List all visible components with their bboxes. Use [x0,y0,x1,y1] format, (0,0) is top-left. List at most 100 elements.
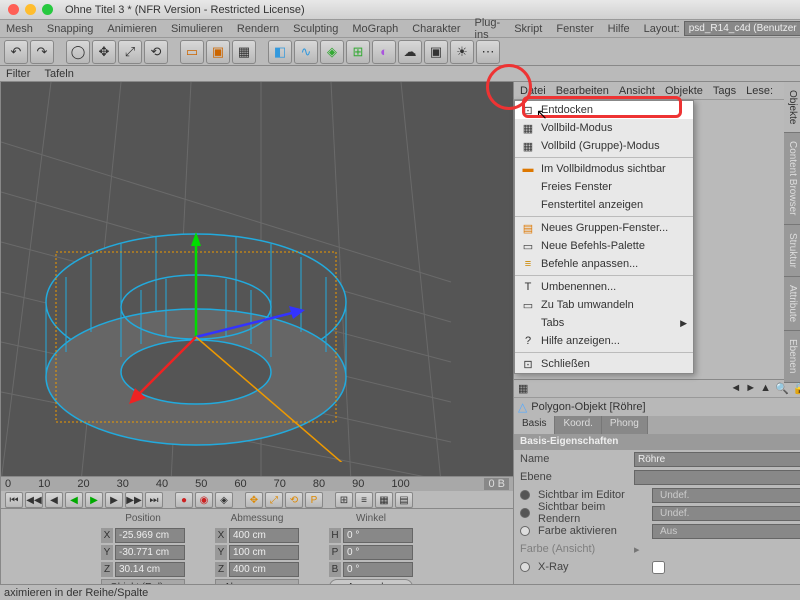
environment-tool[interactable]: ☁ [398,40,422,64]
record-button[interactable]: ● [175,492,193,508]
torus-object[interactable] [41,182,361,462]
ang-h-input[interactable] [343,528,413,543]
nav-up-icon[interactable]: ▲ [760,382,771,395]
goto-end-button[interactable]: ⏭ [145,492,163,508]
key-scale-button[interactable]: ⤢ [265,492,283,508]
prop-layer-input[interactable] [634,470,800,485]
render-settings-button[interactable]: ▦ [232,40,256,64]
scale-tool[interactable]: ⤢ [118,40,142,64]
ext-4-button[interactable]: ▤ [395,492,413,508]
prop-name-input[interactable] [634,452,800,467]
ext-1-button[interactable]: ⊞ [335,492,353,508]
menu-sculpting[interactable]: Sculpting [293,23,338,35]
close-window[interactable] [8,4,19,15]
camera-tool[interactable]: ▣ [424,40,448,64]
key-pos-button[interactable]: ✥ [245,492,263,508]
vis-render-select[interactable]: Undef. [652,506,800,521]
panel-menu-bookmarks[interactable]: Lese: [746,85,773,97]
array-tool[interactable]: ⊞ [346,40,370,64]
cube-primitive[interactable]: ◧ [268,40,292,64]
autokey-button[interactable]: ◉ [195,492,213,508]
select-tool[interactable]: ◯ [66,40,90,64]
menu-script[interactable]: Skript [514,23,542,35]
search-icon[interactable]: 🔍 [775,382,789,395]
color-enable-select[interactable]: Aus [652,524,800,539]
panel-menu-objects[interactable]: Objekte [665,85,703,97]
vis-editor-select[interactable]: Undef. [652,488,800,503]
ang-b-input[interactable] [343,562,413,577]
redo-button[interactable]: ↷ [30,40,54,64]
key-rot-button[interactable]: ⟲ [285,492,303,508]
ext-2-button[interactable]: ≡ [355,492,373,508]
zoom-window[interactable] [42,4,53,15]
move-tool[interactable]: ✥ [92,40,116,64]
menu-simulate[interactable]: Simulieren [171,23,223,35]
menu-plugins[interactable]: Plug-ins [475,17,501,41]
menu-mesh[interactable]: Mesh [6,23,33,35]
xray-checkbox[interactable] [652,561,665,574]
panel-menu-edit[interactable]: Bearbeiten [556,85,609,97]
layout-select[interactable]: psd_R14_c4d (Benutzer) [684,21,800,36]
panel-menu-tags[interactable]: Tags [713,85,736,97]
tab-basis[interactable]: Basis [514,416,555,434]
next-frame-button[interactable]: ▶ [105,492,123,508]
color-enable-radio[interactable] [520,526,530,536]
play-forward-button[interactable]: ▶ [85,492,103,508]
minimize-window[interactable] [25,4,36,15]
ctx-hilfe-anzeigen-[interactable]: ?Hilfe anzeigen... [515,332,693,350]
vis-render-radio[interactable] [520,508,530,518]
spline-tool[interactable]: ∿ [294,40,318,64]
nav-back-icon[interactable]: ◄ [730,382,741,395]
ext-3-button[interactable]: ▦ [375,492,393,508]
viewport[interactable] [1,82,513,476]
ctx-umbenennen-[interactable]: TUmbenennen... [515,278,693,296]
rotate-tool[interactable]: ⟲ [144,40,168,64]
goto-start-button[interactable]: ⏮ [5,492,23,508]
panel-menu-file[interactable]: Datei [520,85,546,97]
tab-coord[interactable]: Koord. [555,416,601,434]
next-key-button[interactable]: ▶▶ [125,492,143,508]
pos-y-input[interactable] [115,545,185,560]
prev-key-button[interactable]: ◀◀ [25,492,43,508]
sidetab-structure[interactable]: Struktur [784,225,800,277]
ctx-neues-gruppen-fenster-[interactable]: ▤Neues Gruppen-Fenster... [515,219,693,237]
ang-p-input[interactable] [343,545,413,560]
pos-z-input[interactable] [115,562,185,577]
timeline-ruler[interactable]: 010 2030 4050 6070 8090 100 0 B [1,477,513,491]
ctx-neue-befehls-palette[interactable]: ▭Neue Befehls-Palette [515,237,693,255]
key-param-button[interactable]: P [305,492,323,508]
sidetab-objects[interactable]: Objekte [784,82,800,133]
lock-icon[interactable]: 🔒 [793,382,800,395]
pos-x-input[interactable] [115,528,185,543]
more-tool[interactable]: ⋯ [476,40,500,64]
ctx-befehle-anpassen-[interactable]: ≡Befehle anpassen... [515,255,693,273]
ctx-vollbild-modus[interactable]: ▦Vollbild-Modus [515,119,693,137]
dim-y-input[interactable] [229,545,299,560]
ctx-vollbild-gruppe-modus[interactable]: ▦Vollbild (Gruppe)-Modus [515,137,693,155]
sidetab-content[interactable]: Content Browser [784,133,800,224]
xray-radio[interactable] [520,562,530,572]
undo-button[interactable]: ↶ [4,40,28,64]
tab-phong[interactable]: Phong [602,416,648,434]
render-region-button[interactable]: ▣ [206,40,230,64]
play-backward-button[interactable]: ◀ [65,492,83,508]
menu-render[interactable]: Rendern [237,23,279,35]
key-options-button[interactable]: ◈ [215,492,233,508]
ctx-schlie-en[interactable]: ⊡Schließen [515,355,693,373]
ctx-entdocken[interactable]: ⊡Entdocken [515,101,693,119]
subbar-filter[interactable]: Filter [6,68,30,80]
panel-menu-view[interactable]: Ansicht [619,85,655,97]
light-tool[interactable]: ☀ [450,40,474,64]
menu-window[interactable]: Fenster [556,23,593,35]
ctx-freies-fenster[interactable]: Freies Fenster [515,178,693,196]
sidetab-layers[interactable]: Ebenen [784,331,800,382]
menu-snapping[interactable]: Snapping [47,23,94,35]
menu-animate[interactable]: Animieren [107,23,157,35]
render-button[interactable]: ▭ [180,40,204,64]
mode-icon[interactable]: ▦ [518,382,528,395]
sidetab-attributes[interactable]: Attribute [784,277,800,331]
nav-fwd-icon[interactable]: ► [745,382,756,395]
subbar-panels[interactable]: Tafeln [44,68,73,80]
menu-character[interactable]: Charakter [412,23,460,35]
ctx-im-vollbildmodus-sichtbar[interactable]: ▬Im Vollbildmodus sichtbar [515,160,693,178]
